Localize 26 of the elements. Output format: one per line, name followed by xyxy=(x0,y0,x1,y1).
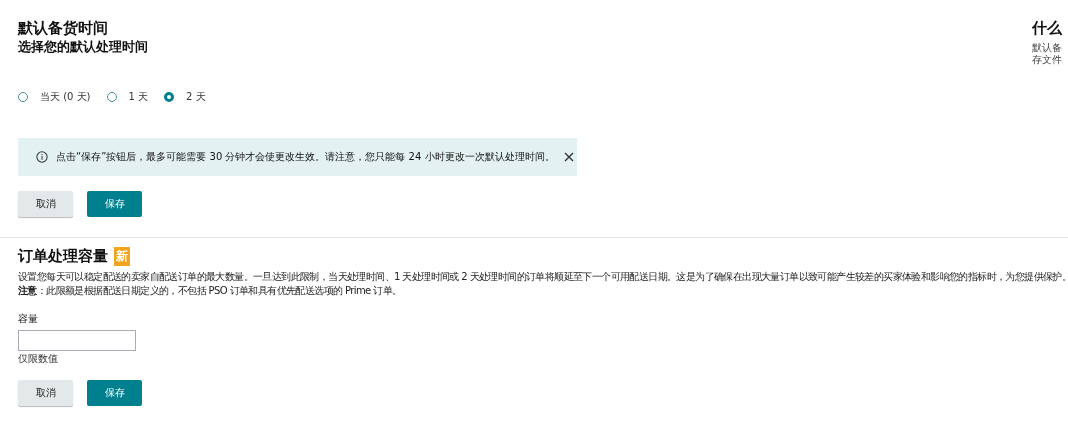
section-title: 订单处理容量 xyxy=(18,246,108,266)
close-icon[interactable] xyxy=(562,151,575,163)
radio-label: 1 天 xyxy=(128,90,149,104)
radio-label: 当天 (0 天) xyxy=(40,90,91,104)
cancel-button[interactable]: 取消 xyxy=(18,380,73,406)
radio-label: 2 天 xyxy=(186,90,206,104)
radio-option[interactable]: 2 天 xyxy=(164,90,206,104)
field-label: 容量 xyxy=(18,312,39,326)
radio-option[interactable]: 1 天 xyxy=(106,90,149,104)
side-text: 存文件 xyxy=(1032,54,1063,66)
radio-option[interactable]: 当天 (0 天) xyxy=(18,90,91,104)
info-icon xyxy=(36,151,48,163)
cancel-button[interactable]: 取消 xyxy=(18,191,73,217)
side-text: 默认备 xyxy=(1032,42,1063,54)
save-button[interactable]: 保存 xyxy=(87,191,142,217)
radio-button[interactable] xyxy=(164,92,175,102)
description-text: 设置您每天可以稳定配送的卖家自配送订单的最大数量。一旦达到此限制，当天处理时间、1 天处理时间或 2 天处理时间的订单将顺延至下一个可用配送日期。这是为了确保在出现大量订单以致可能产生较差的买家体验和影响您的指标时，为您提供保护。 xyxy=(18,270,1068,284)
section-title: 默认备货时间 xyxy=(18,18,109,38)
section-subtitle: 选择您的默认处理时间 xyxy=(18,38,149,56)
field-hint: 仅限数值 xyxy=(18,352,59,366)
new-badge: 新 xyxy=(114,246,130,266)
capacity-input[interactable] xyxy=(18,330,136,351)
save-button[interactable]: 保存 xyxy=(87,380,142,406)
side-title: 什么 xyxy=(1032,18,1063,38)
info-text: 点击“保存”按钮后，最多可能需要 30 分钟才会使更改生效。请注意，您只能每 24 小时更改一次默认处理时间。 xyxy=(56,150,555,164)
note-text: 注意：此限额是根据配送日期定义的，不包括 PSO 订单和具有优先配送选项的 Prime 订单。 xyxy=(18,284,403,298)
